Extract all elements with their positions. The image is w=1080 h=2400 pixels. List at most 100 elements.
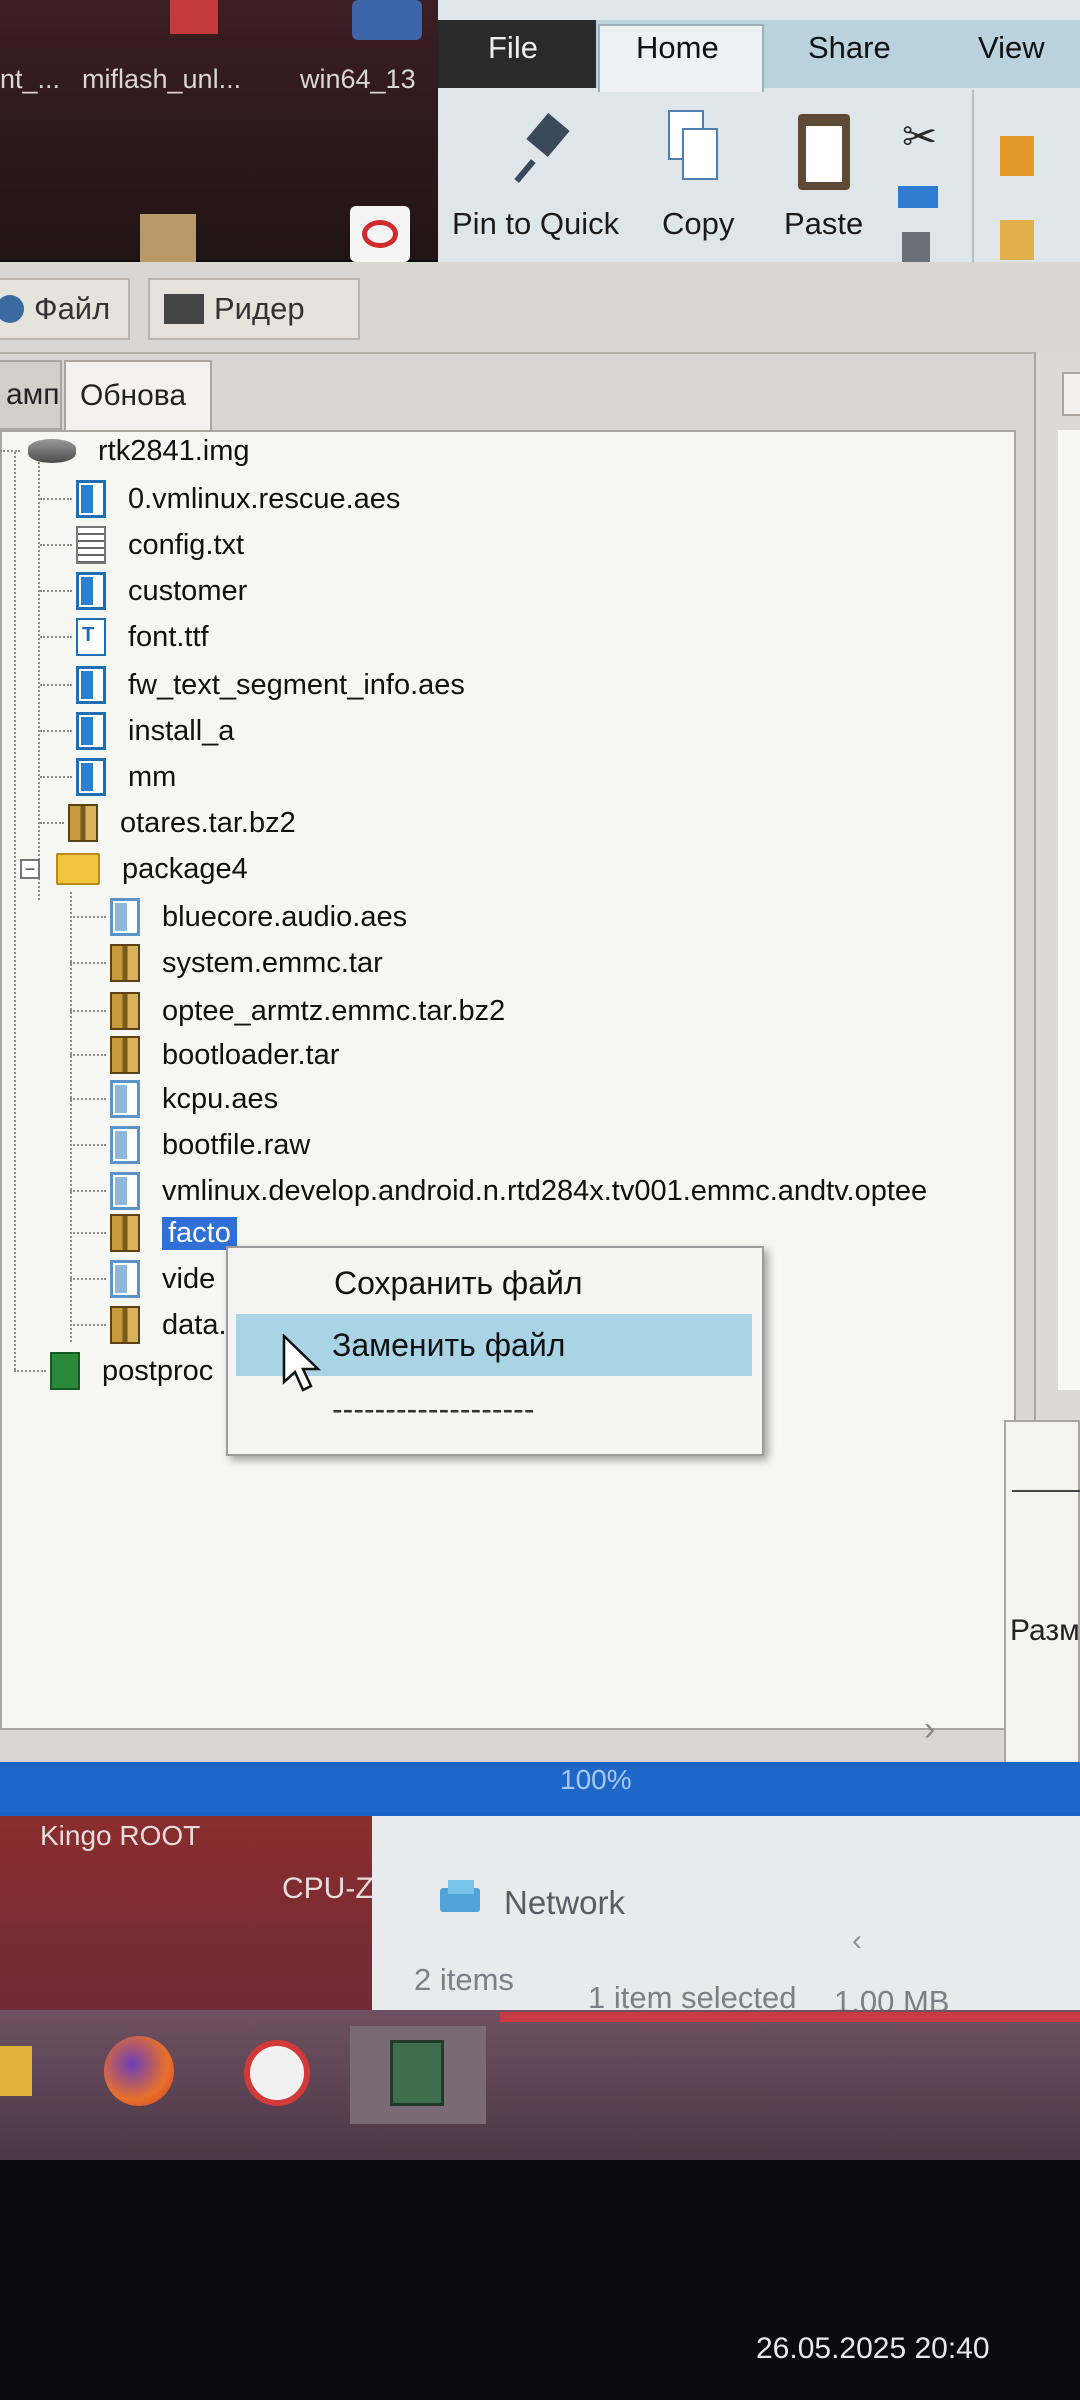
file-icon [110, 1172, 140, 1210]
tree-item[interactable]: otares.tar.bz2 [40, 800, 296, 846]
progress-label: 100% [560, 1764, 632, 1795]
tree-item-label: otares.tar.bz2 [120, 806, 296, 839]
cut-icon[interactable]: ✂ [902, 112, 937, 161]
tab-file[interactable]: File [488, 30, 538, 66]
tree-item-label: rtk2841.img [98, 434, 250, 467]
toolbar-file-label: Файл [34, 291, 111, 326]
file-icon [110, 1126, 140, 1164]
desktop-label[interactable]: win64_13 [300, 64, 416, 95]
copy-to-icon[interactable] [1000, 220, 1034, 260]
archive-icon [110, 1214, 140, 1252]
tree-item[interactable]: font.ttf [40, 614, 209, 660]
desktop-label[interactable]: CPU-Z [282, 1872, 374, 1906]
tree-item[interactable]: vmlinux.develop.android.n.rtd284x.tv001.… [70, 1168, 927, 1214]
file-icon [76, 572, 106, 610]
tree-item-label: optee_armtz.emmc.tar.bz2 [162, 994, 506, 1027]
tree-item[interactable]: install_a [40, 708, 234, 754]
tab-home[interactable]: Home [636, 30, 719, 66]
archive-icon [110, 944, 140, 982]
tree-item[interactable]: vide [70, 1256, 215, 1302]
active-app-taskbar-button[interactable] [350, 2026, 486, 2124]
tree-item-label: mm [128, 760, 177, 793]
info-divider [1012, 1490, 1080, 1492]
tree-item[interactable]: bluecore.audio.aes [70, 894, 407, 940]
toolbar-divider [0, 352, 1080, 354]
tree-item-selected[interactable]: facto [70, 1210, 237, 1256]
tree-item-label: vmlinux.develop.android.n.rtd284x.tv001.… [162, 1174, 928, 1207]
collapse-toggle-icon[interactable]: − [20, 859, 40, 879]
paste-icon [798, 114, 850, 190]
tree-item-label: config.txt [128, 528, 245, 561]
tree-item-label: data. [162, 1308, 227, 1341]
paste-shortcut-icon[interactable] [902, 232, 930, 262]
archive-icon [110, 1036, 140, 1074]
desktop-app-icon[interactable] [170, 0, 218, 34]
desktop-label[interactable]: miflash_unl... [82, 64, 241, 95]
disk-icon [28, 439, 76, 463]
tree-item[interactable]: 0.vmlinux.rescue.aes [40, 476, 400, 522]
tree-item-label: vide [162, 1262, 216, 1295]
tree-item-label: fw_text_segment_info.aes [128, 668, 465, 701]
toolbar-reader-button[interactable]: Ридер [148, 278, 360, 340]
tree-item-label: bootfile.raw [162, 1128, 311, 1161]
tree-item[interactable]: optee_armtz.emmc.tar.bz2 [70, 988, 505, 1034]
ribbon-divider [972, 90, 974, 262]
nav-item-network[interactable]: Network [504, 1884, 625, 1922]
properties-tab[interactable] [1062, 372, 1080, 416]
copy-path-icon[interactable] [898, 186, 938, 208]
tree-item[interactable]: customer [40, 568, 247, 614]
tree-item-label: bootloader.tar [162, 1038, 340, 1071]
folder-icon [56, 853, 100, 885]
desktop-label[interactable]: Kingo ROOT [40, 1820, 200, 1852]
scroll-right-icon[interactable]: › [924, 1710, 935, 1749]
tree-item[interactable]: fw_text_segment_info.aes [40, 662, 465, 708]
tree-item[interactable]: bootfile.raw [70, 1122, 310, 1168]
archive-icon [110, 1306, 140, 1344]
desktop-app-icon[interactable] [352, 0, 422, 40]
file-menu-icon [0, 295, 24, 323]
tree-item[interactable]: mm [40, 754, 176, 800]
app-taskbar-icon[interactable] [244, 2040, 310, 2106]
tree-guide [14, 452, 16, 1370]
firefox-taskbar-icon[interactable] [104, 2036, 174, 2106]
tree-item[interactable]: postproc [14, 1348, 213, 1394]
tree-item[interactable]: kcpu.aes [70, 1076, 278, 1122]
taskbar-accent [500, 2012, 1080, 2022]
toolbar-file-button[interactable]: Файл [0, 278, 130, 340]
menu-item-save-file[interactable]: Сохранить файл [236, 1252, 752, 1314]
tree-item[interactable]: − package4 [20, 846, 248, 892]
tree-item-label: font.ttf [128, 620, 209, 653]
tree-item[interactable]: bootloader.tar [70, 1032, 339, 1078]
tab-dump-label: амп [6, 378, 60, 411]
move-to-icon[interactable] [1000, 136, 1034, 176]
tree-item[interactable]: rtk2841.img [0, 428, 250, 474]
menu-item-label: Сохранить файл [334, 1264, 583, 1301]
desktop-label[interactable]: nt_... [0, 64, 60, 95]
tab-update[interactable]: Обнова [64, 360, 212, 430]
file-info-box [1004, 1420, 1080, 1770]
tree-item[interactable]: data. [70, 1302, 227, 1348]
tab-view[interactable]: View [978, 30, 1045, 66]
tree-item-label: system.emmc.tar [162, 946, 383, 979]
pin-icon [514, 112, 576, 186]
tree-item-label: customer [128, 574, 248, 607]
tab-dump[interactable]: амп [0, 360, 62, 430]
tree-item[interactable]: config.txt [40, 522, 244, 568]
desktop-file-icon[interactable] [140, 214, 196, 262]
paste-button[interactable]: Paste [784, 206, 863, 242]
photo-timestamp: 26.05.2025 20:40 [756, 2332, 990, 2365]
exe-icon [50, 1352, 80, 1390]
tree-item-label: facto [162, 1216, 237, 1250]
tab-share[interactable]: Share [808, 30, 891, 66]
tree-item-label: postproc [102, 1354, 214, 1387]
mouse-cursor-icon [282, 1334, 322, 1392]
toolbar-reader-label: Ридер [214, 291, 305, 326]
font-file-icon [76, 618, 106, 656]
file-explorer-taskbar-icon[interactable] [0, 2046, 32, 2096]
tree-item-label: bluecore.audio.aes [162, 900, 408, 933]
tree-item[interactable]: system.emmc.tar [70, 940, 383, 986]
pdf-icon[interactable] [350, 206, 410, 262]
copy-button[interactable]: Copy [662, 206, 734, 242]
pin-to-quick-button[interactable]: Pin to Quick [452, 206, 619, 242]
chevron-left-icon[interactable]: ‹ [852, 1924, 862, 1958]
